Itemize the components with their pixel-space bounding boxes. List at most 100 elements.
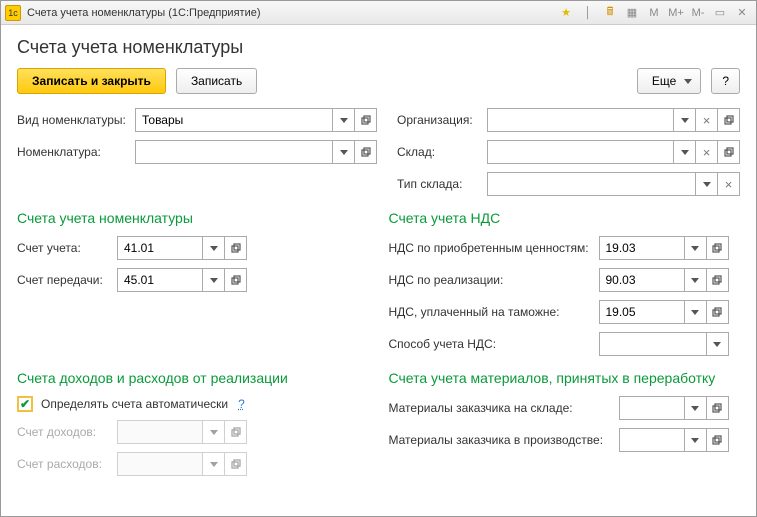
warehouse-label: Склад: (397, 145, 487, 159)
open-icon[interactable] (707, 396, 729, 420)
m-minus-button[interactable]: M- (688, 4, 708, 22)
item-label: Номенклатура: (17, 145, 135, 159)
income-input (117, 420, 247, 444)
open-icon[interactable] (225, 268, 247, 292)
org-input[interactable] (487, 108, 740, 132)
wtype-field[interactable] (487, 172, 696, 196)
warehouse-field[interactable] (487, 140, 674, 164)
vat-method-input[interactable] (599, 332, 729, 356)
open-icon[interactable] (707, 268, 729, 292)
vat-purchased-label: НДС по приобретенным ценностям: (389, 241, 599, 255)
acc-label: Счет учета: (17, 241, 117, 255)
help-button[interactable]: ? (711, 68, 740, 94)
app-icon: 1c (5, 5, 21, 21)
titlebar: 1c Счета учета номенклатуры (1С:Предприя… (1, 1, 756, 25)
vat-purchased-field[interactable] (599, 236, 685, 260)
open-icon[interactable] (355, 140, 377, 164)
item-input[interactable] (135, 140, 377, 164)
transfer-field[interactable] (117, 268, 203, 292)
m-button[interactable]: M (644, 4, 664, 22)
vat-method-field[interactable] (599, 332, 707, 356)
clear-icon[interactable] (718, 172, 740, 196)
auto-checkbox[interactable]: ✔ (17, 396, 33, 412)
acc-input[interactable] (117, 236, 247, 260)
dropdown-icon[interactable] (685, 268, 707, 292)
more-button[interactable]: Еще (637, 68, 701, 94)
dropdown-icon[interactable] (674, 108, 696, 132)
dropdown-icon[interactable] (685, 300, 707, 324)
dropdown-icon[interactable] (685, 396, 707, 420)
dropdown-icon[interactable] (333, 108, 355, 132)
org-field[interactable] (487, 108, 674, 132)
open-icon[interactable] (718, 140, 740, 164)
dropdown-icon[interactable] (203, 236, 225, 260)
m-plus-button[interactable]: M+ (666, 4, 686, 22)
section-materials-title: Счета учета материалов, принятых в перер… (389, 370, 741, 386)
item-type-label: Вид номенклатуры: (17, 113, 135, 127)
more-label: Еще (652, 74, 676, 88)
vat-sales-label: НДС по реализации: (389, 273, 599, 287)
open-icon[interactable] (355, 108, 377, 132)
item-type-field[interactable] (135, 108, 333, 132)
clear-icon[interactable] (696, 140, 718, 164)
auto-help-link[interactable]: ? (238, 397, 245, 411)
open-icon[interactable] (225, 236, 247, 260)
divider-icon: │ (578, 4, 598, 22)
dropdown-icon[interactable] (203, 268, 225, 292)
open-icon[interactable] (707, 236, 729, 260)
mat-stock-input[interactable] (619, 396, 729, 420)
dropdown-icon[interactable] (685, 428, 707, 452)
calendar-icon[interactable]: ▦ (622, 4, 642, 22)
clear-icon[interactable] (696, 108, 718, 132)
toolbar: Записать и закрыть Записать Еще ? (17, 68, 740, 94)
warehouse-input[interactable] (487, 140, 740, 164)
window-title: Счета учета номенклатуры (1С:Предприятие… (27, 7, 554, 19)
window: 1c Счета учета номенклатуры (1С:Предприя… (0, 0, 757, 517)
mat-prod-label: Материалы заказчика в производстве: (389, 433, 619, 447)
open-icon[interactable] (707, 300, 729, 324)
dropdown-icon[interactable] (696, 172, 718, 196)
expense-input (117, 452, 247, 476)
open-icon[interactable] (718, 108, 740, 132)
save-button[interactable]: Записать (176, 68, 257, 94)
mat-prod-field[interactable] (619, 428, 685, 452)
minimize-button[interactable]: ▭ (710, 4, 730, 22)
income-field (117, 420, 203, 444)
section-accounts-title: Счета учета номенклатуры (17, 210, 369, 226)
mat-stock-label: Материалы заказчика на складе: (389, 401, 619, 415)
dropdown-icon[interactable] (674, 140, 696, 164)
save-close-button[interactable]: Записать и закрыть (17, 68, 166, 94)
transfer-label: Счет передачи: (17, 273, 117, 287)
dropdown-icon (203, 452, 225, 476)
vat-sales-field[interactable] (599, 268, 685, 292)
vat-purchased-input[interactable] (599, 236, 729, 260)
vat-sales-input[interactable] (599, 268, 729, 292)
mat-stock-field[interactable] (619, 396, 685, 420)
vat-customs-input[interactable] (599, 300, 729, 324)
favorite-icon[interactable]: ★ (556, 4, 576, 22)
mat-prod-input[interactable] (619, 428, 729, 452)
wtype-label: Тип склада: (397, 177, 487, 191)
calculator-icon[interactable]: 🖩 (600, 4, 620, 22)
page-title: Счета учета номенклатуры (17, 37, 740, 58)
chevron-down-icon (684, 79, 692, 84)
section-income-title: Счета доходов и расходов от реализации (17, 370, 369, 386)
acc-field[interactable] (117, 236, 203, 260)
close-button[interactable]: ✕ (732, 4, 752, 22)
item-field[interactable] (135, 140, 333, 164)
section-vat-title: Счета учета НДС (389, 210, 741, 226)
dropdown-icon[interactable] (333, 140, 355, 164)
dropdown-icon[interactable] (707, 332, 729, 356)
org-label: Организация: (397, 113, 487, 127)
open-icon[interactable] (707, 428, 729, 452)
dropdown-icon (203, 420, 225, 444)
item-type-input[interactable] (135, 108, 377, 132)
open-icon (225, 452, 247, 476)
vat-method-label: Способ учета НДС: (389, 337, 599, 351)
content: Счета учета номенклатуры Записать и закр… (1, 25, 756, 516)
transfer-input[interactable] (117, 268, 247, 292)
wtype-input[interactable] (487, 172, 740, 196)
vat-customs-label: НДС, уплаченный на таможне: (389, 305, 599, 319)
dropdown-icon[interactable] (685, 236, 707, 260)
vat-customs-field[interactable] (599, 300, 685, 324)
